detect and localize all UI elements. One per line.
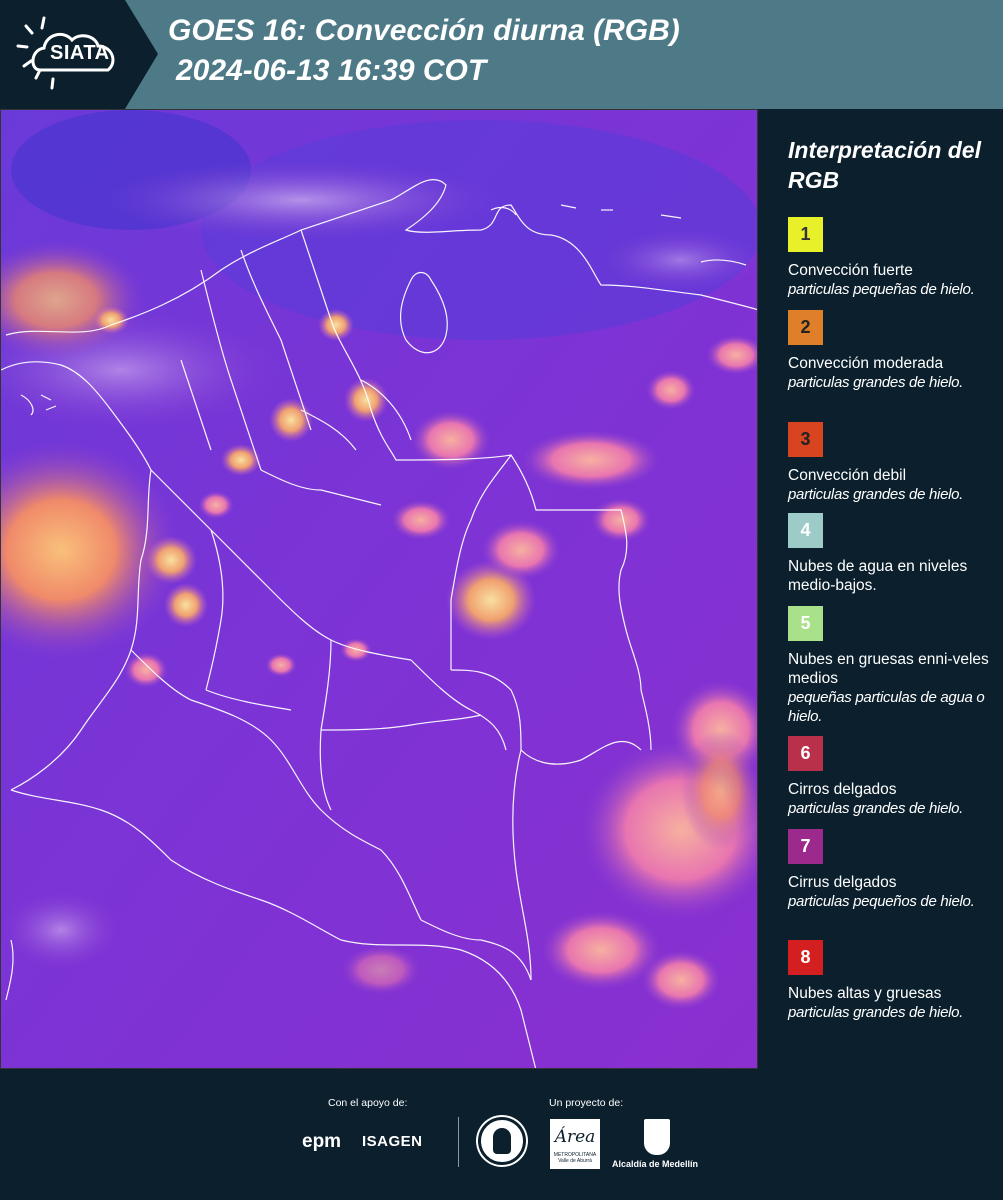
epm-logo: epm [302,1131,342,1152]
legend-item-2: 2 Convección moderada particulas grandes… [788,310,998,392]
siata-logo: SIATA [0,0,158,109]
legend-panel: Interpretación del RGB 1 Convección fuer… [758,109,1003,1069]
footer-divider [458,1117,459,1167]
legend-label-5: Nubes en gruesas enni-veles medios [788,651,989,687]
legend-note-6: particulas grandes de hielo. [788,800,964,817]
legend-note-2: particulas grandes de hielo. [788,374,964,391]
legend-note-3: particulas grandes de hielo. [788,486,964,503]
project-label: Un proyecto de: [549,1097,624,1109]
university-seal-logo [478,1117,526,1165]
legend-item-1: 1 Convección fuerte particulas pequeñas … [788,217,998,299]
siata-logo-text: SIATA [50,42,110,64]
legend-title: Interpretación del RGB [788,137,981,193]
area-metropolitana-logo: Área METROPOLITANA Valle de Aburrá [550,1119,600,1169]
legend-note-8: particulas grandes de hielo. [788,1004,964,1021]
legend-item-4: 4 Nubes de agua en niveles medio-bajos. [788,513,998,595]
legend-label-8: Nubes altas y gruesas [788,985,942,1002]
area-logo-text: Área [554,1127,596,1147]
legend-label-2: Convección moderada [788,355,944,372]
area-logo-subtext: METROPOLITANA Valle de Aburrá [553,1152,597,1164]
legend-swatch-4: 4 [788,513,823,548]
legend-item-7: 7 Cirrus delgados particulas pequeños de… [788,829,998,911]
legend-label-3: Convección debil [788,467,907,484]
legend-label-1: Convección fuerte [788,262,913,279]
medellin-label: Alcaldía de Medellín [612,1159,699,1169]
header: SIATA GOES 16: Convección diurna (RGB) 2… [0,0,1003,109]
legend-item-6: 6 Cirros delgados particulas grandes de … [788,736,998,818]
legend-swatch-3: 3 [788,422,823,457]
legend-swatch-6: 6 [788,736,823,771]
legend-note-7: particulas pequeños de hielo. [788,893,975,910]
legend-note-5: pequeñas particulas de agua o hielo. [788,689,985,725]
medellin-shield-logo [644,1119,670,1155]
legend-label-4: Nubes de agua en niveles medio-bajos. [788,558,968,594]
legend-item-5: 5 Nubes en gruesas enni-veles medios peq… [788,606,998,726]
legend-label-6: Cirros delgados [788,781,897,798]
satellite-map [0,109,758,1069]
legend-swatch-2: 2 [788,310,823,345]
legend-swatch-1: 1 [788,217,823,252]
legend-label-7: Cirrus delgados [788,874,897,891]
support-label: Con el apoyo de: [328,1097,408,1109]
legend-item-8: 8 Nubes altas y gruesas particulas grand… [788,940,998,1022]
footer: Con el apoyo de: Un proyecto de: epm ISA… [0,1069,1003,1200]
satellite-image [1,110,757,1068]
legend-swatch-8: 8 [788,940,823,975]
page-timestamp: 2024-06-13 16:39 COT [176,54,487,87]
legend-swatch-5: 5 [788,606,823,641]
legend-note-1: particulas pequeñas de hielo. [788,281,975,298]
isagen-logo: ISAGEN [362,1133,423,1150]
page-title: GOES 16: Convección diurna (RGB) [168,14,680,47]
legend-swatch-7: 7 [788,829,823,864]
legend-item-3: 3 Convección debil particulas grandes de… [788,422,998,504]
